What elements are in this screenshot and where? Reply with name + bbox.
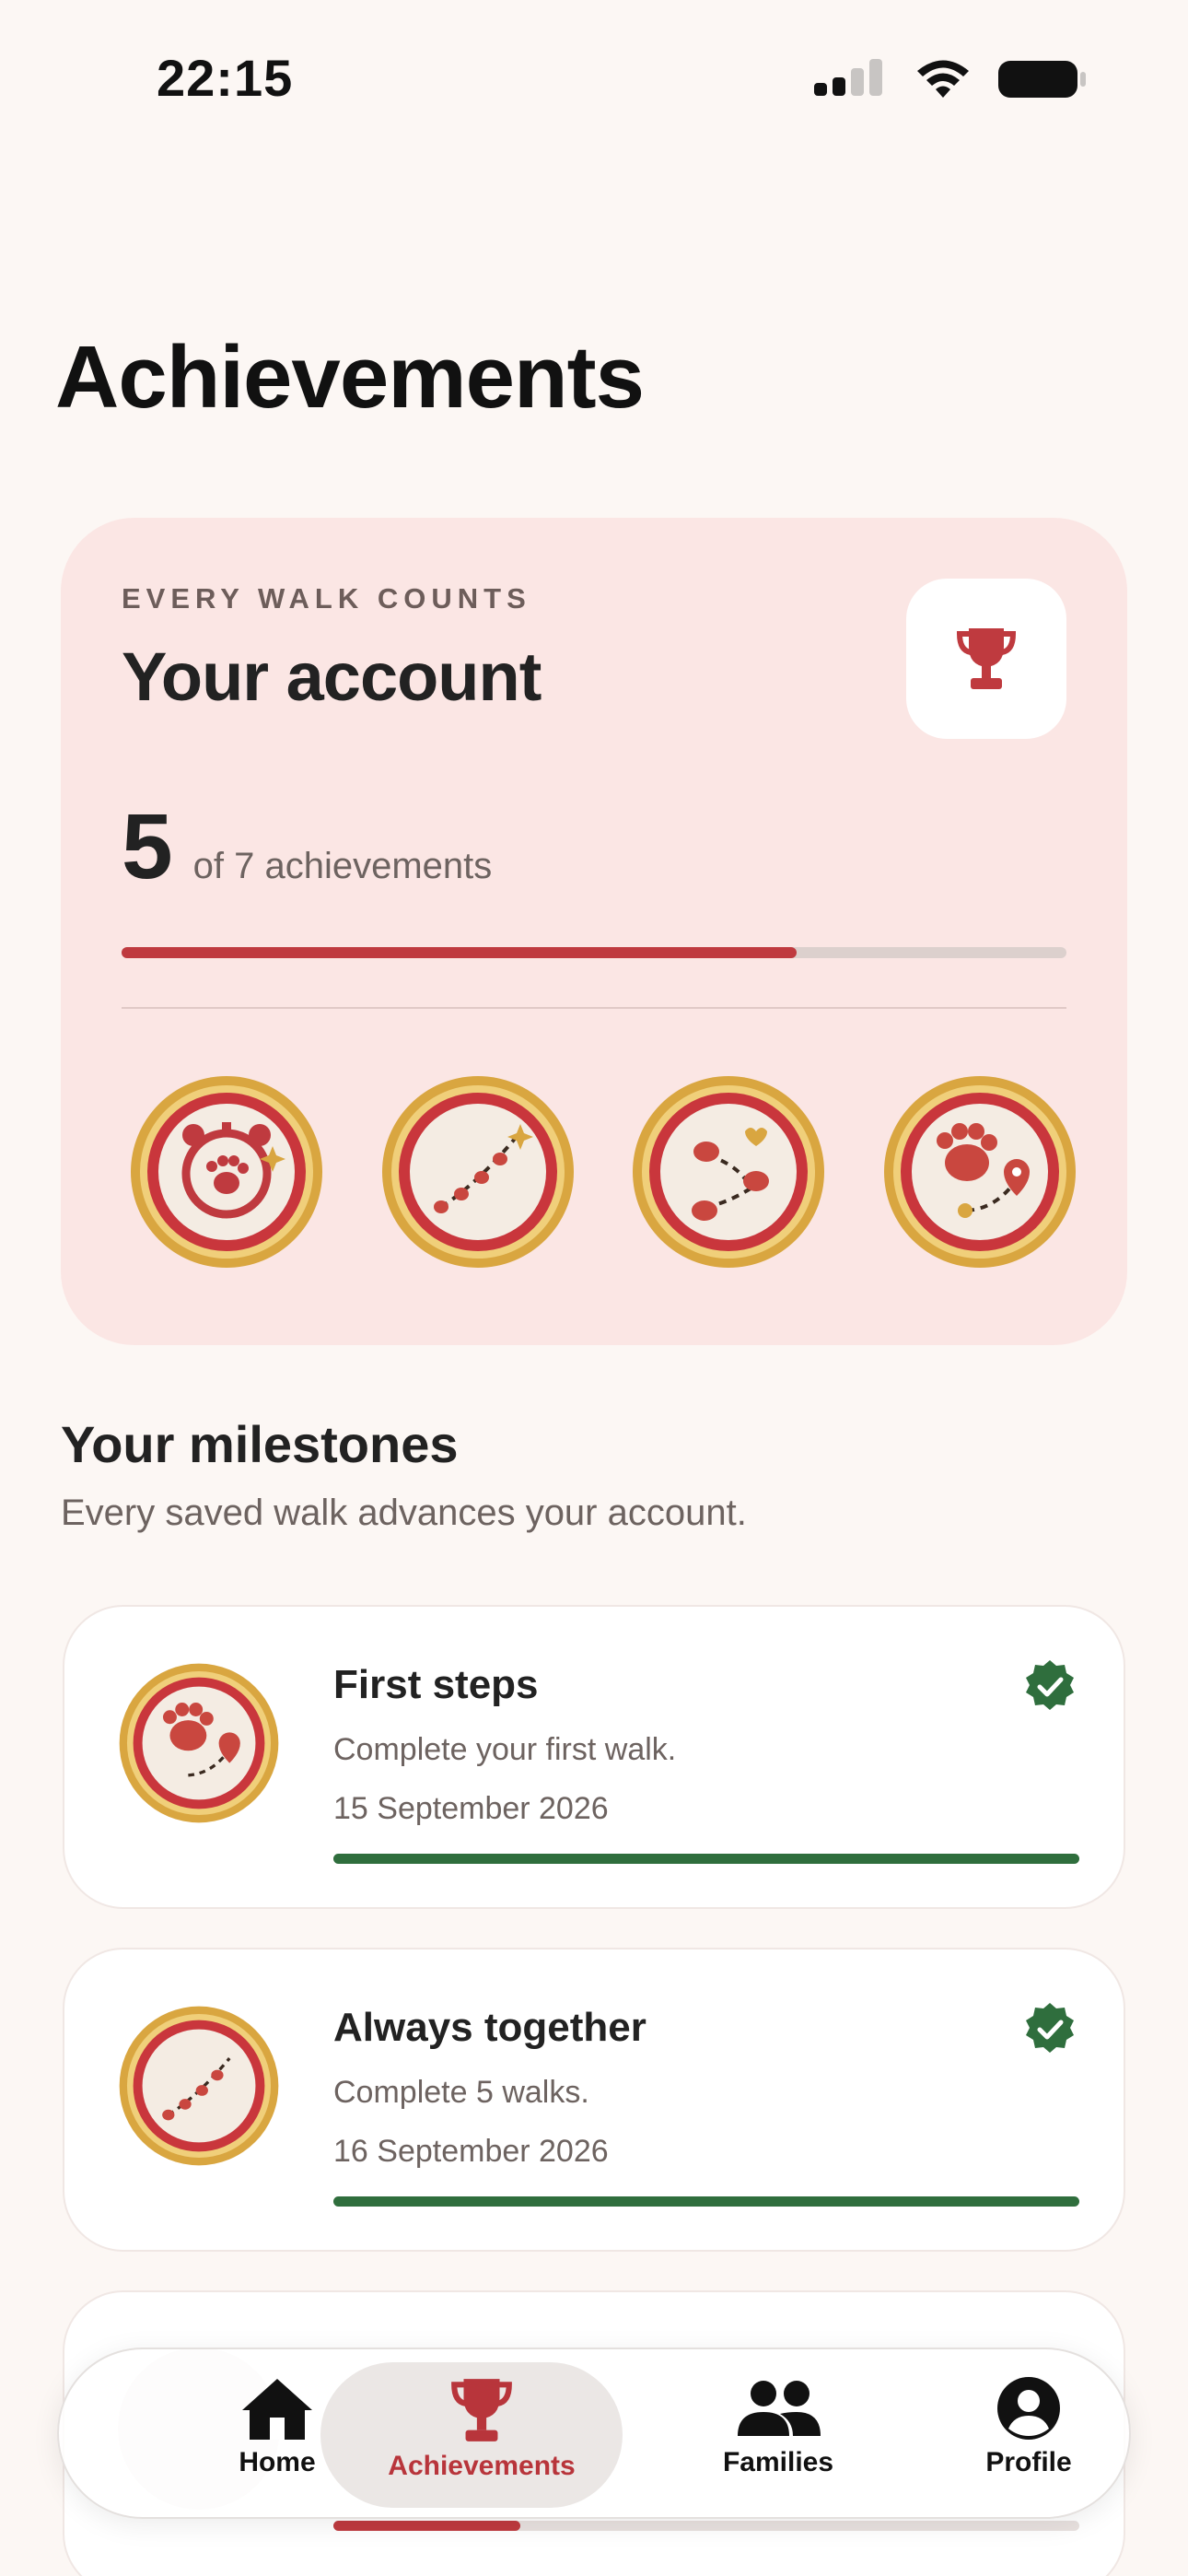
achievement-count: 5 of 7 achievements [122, 794, 492, 900]
home-icon [242, 2379, 312, 2440]
status-bar: 22:15 [0, 0, 1188, 157]
paw-route-pin-badge[interactable] [882, 1074, 1077, 1270]
paw-trail-badge [119, 2006, 279, 2166]
milestone-description: Complete your first walk. [333, 1732, 677, 1767]
paw-trail-badge[interactable] [380, 1074, 576, 1270]
milestones-section-title: Your milestones [61, 1415, 459, 1473]
tab-achievements-label: Achievements [388, 2451, 576, 2481]
milestone-description: Complete 5 walks. [333, 2075, 589, 2110]
alarm-clock-paw-badge[interactable] [129, 1074, 324, 1270]
milestone-progress-fill [333, 1854, 1079, 1864]
tab-profile-label: Profile [985, 2447, 1072, 2477]
verified-check-icon [1026, 2003, 1074, 2053]
account-eyebrow: EVERY WALK COUNTS [122, 582, 531, 615]
account-summary-card: EVERY WALK COUNTS Your account 5 of 7 ac… [61, 518, 1127, 1345]
milestone-date: 16 September 2026 [333, 2134, 609, 2169]
card-divider [122, 1007, 1066, 1009]
milestone-title: Always together [333, 2005, 646, 2050]
milestone-title: First steps [333, 1662, 539, 1707]
paws-heart-badge[interactable] [631, 1074, 826, 1270]
tab-bar: Home Achievements Families Profile [57, 2348, 1131, 2519]
milestone-card[interactable]: First steps Complete your first walk. 15… [63, 1605, 1125, 1909]
wifi-icon [917, 60, 969, 98]
trophy-icon [956, 628, 1017, 689]
account-progress-bar [122, 947, 1066, 958]
status-time: 22:15 [157, 49, 294, 107]
tab-profile[interactable]: Profile [914, 2368, 1144, 2506]
milestones-section-subtitle: Every saved walk advances your account. [61, 1493, 747, 1533]
account-title: Your account [122, 638, 542, 715]
trophy-icon [451, 2379, 512, 2441]
battery-icon [998, 61, 1086, 98]
achievement-count-number: 5 [122, 795, 173, 898]
milestone-card[interactable]: Always together Complete 5 walks. 16 Sep… [63, 1948, 1125, 2252]
achievement-count-label: of 7 achievements [192, 846, 493, 886]
tab-achievements[interactable]: Achievements [357, 2368, 606, 2506]
account-progress-fill [122, 947, 797, 958]
profile-icon [997, 2377, 1060, 2440]
earned-badges-row [129, 1074, 1077, 1270]
milestone-date: 15 September 2026 [333, 1791, 609, 1826]
page-title: Achievements [55, 328, 645, 427]
tab-families[interactable]: Families [663, 2368, 893, 2506]
tab-home-label: Home [239, 2447, 316, 2477]
milestone-progress-bar [333, 2521, 1079, 2531]
cellular-signal-icon [814, 59, 882, 96]
trophy-tile [906, 579, 1066, 739]
milestone-progress-fill [333, 2521, 520, 2531]
tab-families-label: Families [722, 2447, 834, 2477]
verified-check-icon [1026, 1660, 1074, 1710]
people-icon [738, 2381, 821, 2436]
milestone-progress-bar [333, 2196, 1079, 2207]
paw-route-pin-badge [119, 1663, 279, 1823]
status-icons [814, 57, 1087, 101]
milestone-progress-fill [333, 2196, 1079, 2207]
milestone-progress-bar [333, 1854, 1079, 1864]
